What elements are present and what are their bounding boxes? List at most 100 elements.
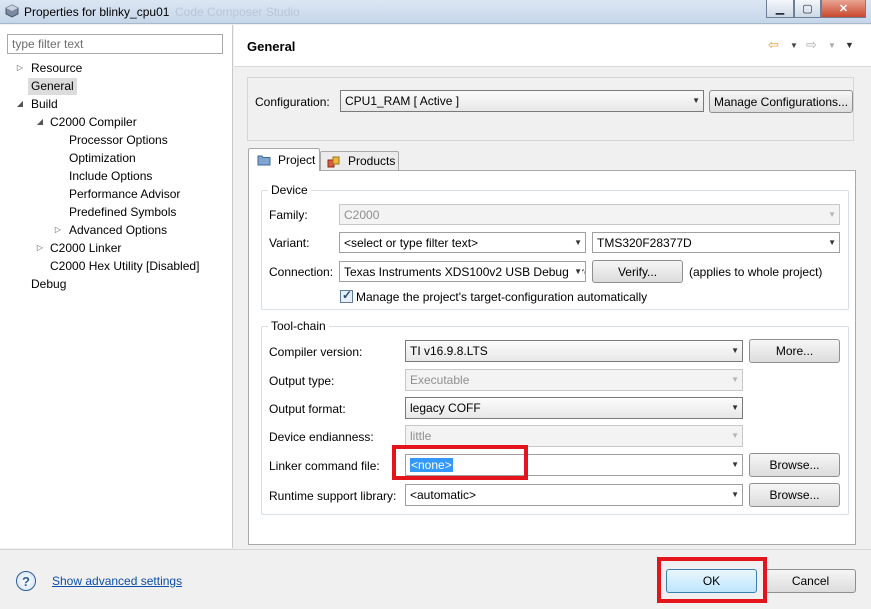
runtime-library-value: <automatic> [410, 488, 477, 502]
view-menu-icon[interactable]: ▼ [845, 40, 854, 50]
close-icon: ✕ [838, 3, 849, 15]
back-dropdown-icon[interactable]: ▼ [790, 41, 798, 50]
tree-item-advanced-options[interactable]: Advanced Options [69, 222, 167, 239]
family-label: Family: [269, 208, 308, 222]
toolchain-group-title: Tool-chain [268, 319, 329, 333]
family-select-value: C2000 [344, 208, 380, 222]
runtime-browse-button[interactable]: Browse... [749, 483, 840, 507]
variant-label: Variant: [269, 236, 310, 250]
chevron-down-icon: ▼ [692, 96, 700, 105]
verify-button[interactable]: Verify... [592, 260, 683, 283]
tree-item-build[interactable]: Build [31, 96, 58, 113]
runtime-library-combo[interactable]: <automatic> ▼ [405, 484, 743, 506]
output-type-select: Executable ▼ [405, 369, 743, 391]
connection-select-value: Texas Instruments XDS100v2 USB Debug Pro… [344, 265, 586, 279]
chevron-down-icon: ▼ [731, 431, 739, 440]
chevron-down-icon: ▼ [731, 490, 739, 499]
manage-configurations-button[interactable]: Manage Configurations... [709, 90, 853, 113]
configuration-select[interactable]: CPU1_RAM [ Active ] ▼ [340, 90, 704, 112]
tab-project[interactable]: Project [248, 148, 320, 171]
compiler-version-label: Compiler version: [269, 345, 363, 359]
folder-icon [257, 155, 271, 166]
checkmark-icon: ✓ [342, 288, 353, 302]
chevron-down-icon: ▼ [828, 210, 836, 219]
family-select: C2000 ▼ [339, 204, 840, 225]
output-format-label: Output format: [269, 402, 346, 416]
minimize-icon: ▁ [775, 3, 785, 15]
highlight-ok-button [657, 557, 767, 603]
tree-item-c2000-compiler[interactable]: C2000 Compiler [50, 114, 137, 131]
properties-content: Configuration: CPU1_RAM [ Active ] ▼ Man… [234, 68, 871, 548]
close-button[interactable]: ✕ [821, 0, 866, 18]
variant-select-value: TMS320F28377D [597, 236, 692, 250]
tab-project-label: Project [278, 153, 316, 167]
tree-item-debug[interactable]: Debug [31, 276, 66, 293]
maximize-icon: ▢ [802, 3, 813, 15]
filter-input[interactable] [7, 34, 223, 54]
maximize-button[interactable]: ▢ [794, 0, 821, 18]
chevron-down-icon: ▼ [574, 238, 582, 247]
output-format-value: legacy COFF [410, 401, 481, 415]
show-advanced-settings-link[interactable]: Show advanced settings [52, 574, 182, 588]
project-tab-panel: Device Family: C2000 ▼ Variant: <select … [248, 170, 856, 545]
tree-item-performance-advisor[interactable]: Performance Advisor [69, 186, 180, 203]
expand-arrow-icon[interactable]: ▷ [15, 63, 25, 72]
collapse-arrow-icon[interactable]: ◢ [15, 99, 25, 108]
variant-select[interactable]: TMS320F28377D ▼ [592, 232, 840, 253]
background-app-title: Code Composer Studio [175, 5, 300, 19]
forward-dropdown-icon[interactable]: ▼ [828, 41, 836, 50]
linker-command-file-label: Linker command file: [269, 459, 380, 473]
manage-target-config-checkbox[interactable]: ✓ [340, 288, 353, 303]
page-title: General [247, 39, 296, 54]
title-bar: Properties for blinky_cpu01 Code Compose… [0, 0, 871, 24]
collapse-arrow-icon[interactable]: ◢ [35, 117, 45, 126]
configuration-label: Configuration: [255, 95, 330, 109]
connection-select[interactable]: Texas Instruments XDS100v2 USB Debug Pro… [339, 261, 586, 282]
chevron-down-icon: ▼ [572, 262, 582, 281]
help-icon[interactable]: ? [16, 571, 36, 591]
minimize-button[interactable]: ▁ [766, 0, 794, 18]
window-title: Properties for blinky_cpu01 [24, 5, 170, 19]
expand-arrow-icon[interactable]: ▷ [53, 225, 63, 234]
compiler-version-select[interactable]: TI v16.9.8.LTS ▼ [405, 340, 743, 362]
tree-item-general[interactable]: General [28, 78, 77, 95]
tree-item-c2000-linker[interactable]: C2000 Linker [50, 240, 121, 257]
chevron-down-icon: ▼ [731, 346, 739, 355]
tree-item-include-options[interactable]: Include Options [69, 168, 152, 185]
chevron-down-icon: ▼ [731, 375, 739, 384]
configuration-select-value: CPU1_RAM [ Active ] [345, 94, 460, 108]
products-icon [327, 156, 340, 168]
output-format-select[interactable]: legacy COFF ▼ [405, 397, 743, 419]
page-header: General ⇦ ▼ ⇨ ▼ ▼ [234, 25, 871, 67]
tree-item-predefined-symbols[interactable]: Predefined Symbols [69, 204, 176, 221]
runtime-library-label: Runtime support library: [269, 489, 397, 503]
tab-products[interactable]: Products [320, 151, 399, 171]
highlight-linker-command-file [392, 445, 528, 480]
expand-arrow-icon[interactable]: ▷ [35, 243, 45, 252]
output-type-value: Executable [410, 373, 470, 387]
applies-note: (applies to whole project) [689, 265, 823, 279]
tree-item-optimization[interactable]: Optimization [69, 150, 136, 167]
tab-products-label: Products [348, 154, 396, 168]
tree-item-c2000-hex-utility[interactable]: C2000 Hex Utility [Disabled] [50, 258, 199, 275]
cancel-button[interactable]: Cancel [765, 569, 856, 593]
endianness-value: little [410, 429, 432, 443]
left-navigation-panel: ▷ Resource General ◢ Build ◢ C2000 Compi… [0, 25, 233, 548]
back-arrow-icon[interactable]: ⇦ [768, 37, 779, 53]
output-type-label: Output type: [269, 374, 335, 388]
manage-target-config-label: Manage the project's target-configuratio… [356, 290, 648, 304]
app-icon [5, 4, 19, 18]
connection-label: Connection: [269, 265, 334, 279]
linker-browse-button[interactable]: Browse... [749, 453, 840, 477]
endianness-label: Device endianness: [269, 430, 374, 444]
variant-filter-combo[interactable]: <select or type filter text> ▼ [339, 232, 586, 253]
device-group-title: Device [268, 183, 311, 197]
variant-filter-value: <select or type filter text> [344, 236, 479, 250]
chevron-down-icon: ▼ [731, 460, 739, 469]
more-button[interactable]: More... [749, 339, 840, 363]
help-icon-glyph: ? [22, 573, 30, 589]
forward-arrow-icon[interactable]: ⇨ [806, 37, 817, 53]
tree-item-resource[interactable]: Resource [31, 60, 82, 77]
tree-item-processor-options[interactable]: Processor Options [69, 132, 168, 149]
chevron-down-icon: ▼ [828, 238, 836, 247]
